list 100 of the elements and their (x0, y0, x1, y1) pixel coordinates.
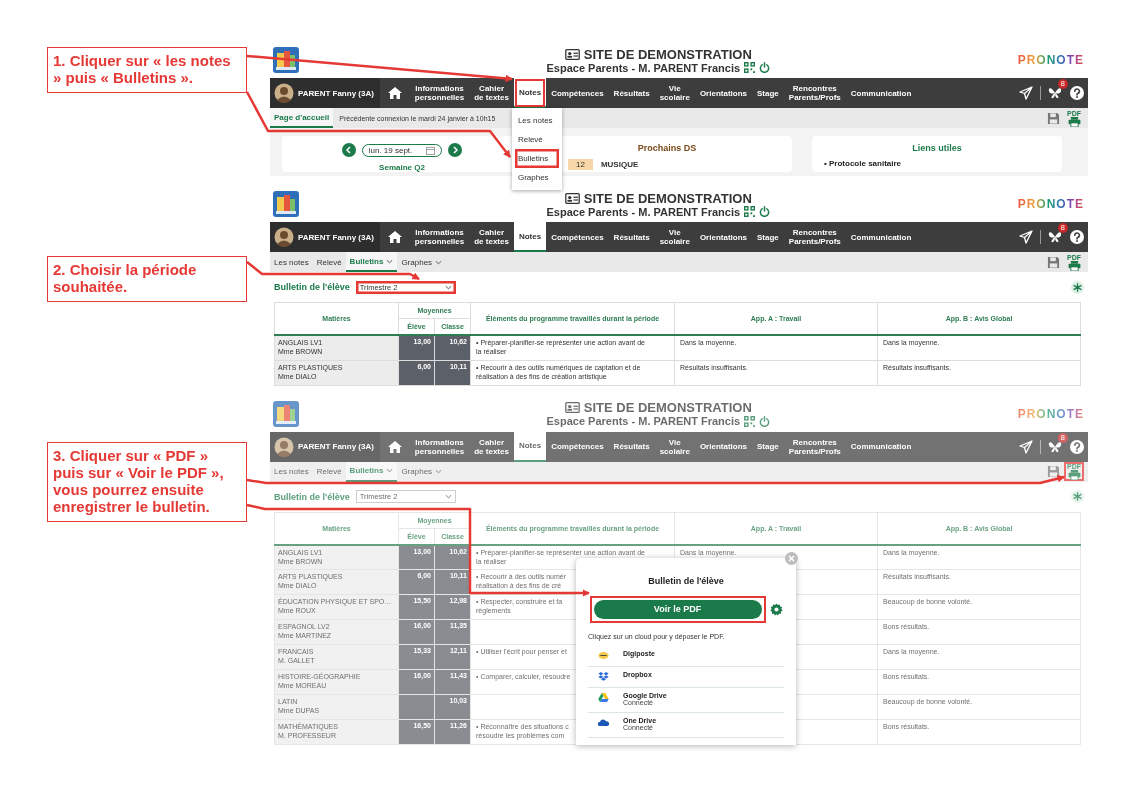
power-icon[interactable] (759, 415, 771, 427)
user-profile[interactable]: PARENT Fanny (3A) (270, 78, 380, 108)
sub-tab[interactable]: Graphes (397, 252, 447, 272)
nav-tab[interactable]: Stage (752, 222, 784, 252)
nav-tab[interactable]: Informations personnelles (409, 222, 470, 252)
menu-item[interactable]: Bulletins (514, 149, 559, 168)
nav-tab[interactable]: Orientations (694, 78, 752, 108)
site-subtitle: Espace Parents - M. PARENT Francis (546, 415, 741, 427)
previous-week-button[interactable] (341, 143, 356, 157)
view-pdf-button[interactable]: Voir le PDF (589, 595, 766, 623)
qr-code-icon[interactable] (744, 62, 756, 73)
nav-tab[interactable]: Compétences (546, 78, 609, 108)
nav-tab[interactable]: Notes (513, 431, 547, 462)
nav-tab[interactable]: Communication (845, 78, 917, 108)
sub-tab[interactable]: Les notes (270, 252, 313, 272)
nav-tab[interactable]: Rencontres Parents/Profs (783, 78, 846, 108)
nav-tab[interactable]: Compétences (546, 431, 609, 462)
day-badge: 12 (568, 159, 593, 170)
qr-code-icon[interactable] (744, 415, 756, 427)
school-logo-icon (273, 47, 299, 73)
nav-tab[interactable]: Vie scolaire (654, 431, 695, 462)
nav-tab[interactable]: Notes (513, 222, 547, 252)
nav-tab[interactable]: Communication (845, 431, 917, 462)
id-card-icon (564, 192, 580, 204)
nav-tab[interactable]: Rencontres Parents/Profs (783, 431, 846, 462)
triangle-icon (598, 692, 609, 702)
instruction-callout: 2. Choisir la période souhaitée. (47, 256, 247, 302)
instruction-callout: 3. Cliquer sur « PDF » puis sur « Voir le PDF », vous pourrez ensuite enregistrer le bulletin. (47, 441, 247, 522)
printer-icon (1067, 260, 1081, 271)
caret-icon (444, 494, 452, 499)
qr-code-icon[interactable] (744, 206, 756, 217)
nav-tab[interactable]: Résultats (608, 222, 655, 252)
sub-tab[interactable]: Graphes (397, 461, 447, 482)
sub-tab[interactable]: Relevé (312, 252, 346, 272)
avatar-icon (274, 436, 294, 457)
brand-logo: PRONOTE (1017, 197, 1084, 211)
save-icon[interactable] (1047, 111, 1060, 125)
settings-icon[interactable] (769, 602, 783, 616)
home-icon (387, 231, 402, 243)
id-card-icon (564, 402, 580, 413)
nav-tab[interactable]: Informations personnelles (409, 78, 470, 108)
send-icon[interactable] (1019, 230, 1033, 244)
help-icon[interactable] (1070, 86, 1084, 100)
nav-tab[interactable]: Informations personnelles (409, 431, 470, 462)
site-title: SITE DE DEMONSTRATION (583, 190, 752, 206)
brand-logo: PRONOTE (1017, 53, 1084, 67)
power-icon[interactable] (759, 62, 771, 73)
user-name: PARENT Fanny (3A) (298, 442, 374, 451)
asterisk-icon[interactable] (1071, 490, 1084, 503)
sub-tab[interactable]: Page d'accueil (270, 108, 334, 128)
cloud-icon (598, 717, 609, 727)
nav-tab[interactable]: Résultats (608, 78, 655, 108)
help-icon[interactable] (1070, 230, 1084, 244)
nav-tab[interactable]: Orientations (694, 222, 752, 252)
avatar-icon (274, 83, 294, 103)
nav-tab[interactable]: Vie scolaire (654, 222, 695, 252)
help-icon[interactable] (1070, 439, 1084, 454)
nav-tab[interactable]: Résultats (608, 431, 655, 462)
exam-subject: MUSIQUE (600, 160, 639, 169)
useful-link[interactable]: • Protocole sanitaire (824, 159, 902, 168)
butterfly-icon[interactable] (1048, 439, 1062, 454)
school-logo-icon (273, 191, 299, 217)
nav-tab[interactable]: Rencontres Parents/Profs (783, 222, 846, 252)
send-icon[interactable] (1019, 439, 1033, 454)
nav-tab[interactable]: Cahier de textes (469, 431, 514, 462)
nav-tab[interactable]: Compétences (546, 222, 609, 252)
save-icon[interactable] (1047, 465, 1060, 478)
butterfly-icon[interactable] (1048, 230, 1062, 244)
chevron-right-icon (451, 146, 460, 154)
nav-tab[interactable]: Cahier de textes (469, 222, 514, 252)
nav-tab[interactable]: Cahier de textes (469, 78, 514, 108)
send-icon[interactable] (1019, 86, 1033, 100)
instruction-callout: 1. Cliquer sur « les notes » puis « Bulletins ». (47, 47, 247, 93)
site-title: SITE DE DEMONSTRATION (583, 400, 752, 415)
notification-badge: 8 (1057, 432, 1068, 443)
site-title: SITE DE DEMONSTRATION (583, 46, 752, 62)
nav-tab[interactable]: Orientations (694, 431, 752, 462)
next-week-button[interactable] (448, 143, 463, 157)
nav-tab[interactable]: Stage (752, 431, 784, 462)
week-label: Semaine Q2 (379, 163, 425, 172)
asterisk-icon[interactable] (1071, 280, 1084, 294)
nav-tab[interactable]: Notes (513, 78, 547, 108)
school-logo-icon (273, 400, 299, 427)
notification-badge: 8 (1057, 79, 1068, 89)
butterfly-icon[interactable] (1048, 86, 1062, 100)
brand-logo: PRONOTE (1017, 406, 1084, 421)
calendar-icon (426, 145, 436, 155)
nav-tab[interactable]: Vie scolaire (654, 78, 695, 108)
sub-tab[interactable]: Relevé (312, 461, 346, 482)
caret-icon (444, 284, 452, 290)
user-profile[interactable]: PARENT Fanny (3A) (270, 222, 380, 252)
sub-tab[interactable]: Bulletins (345, 252, 398, 272)
save-icon[interactable] (1047, 255, 1060, 269)
user-name: PARENT Fanny (3A) (298, 88, 374, 98)
avatar-icon (274, 227, 294, 247)
sub-tab[interactable]: Les notes (270, 461, 313, 482)
power-icon[interactable] (759, 206, 771, 217)
user-profile[interactable]: PARENT Fanny (3A) (270, 431, 380, 462)
nav-tab[interactable]: Stage (752, 78, 784, 108)
nav-tab[interactable]: Communication (845, 222, 917, 252)
